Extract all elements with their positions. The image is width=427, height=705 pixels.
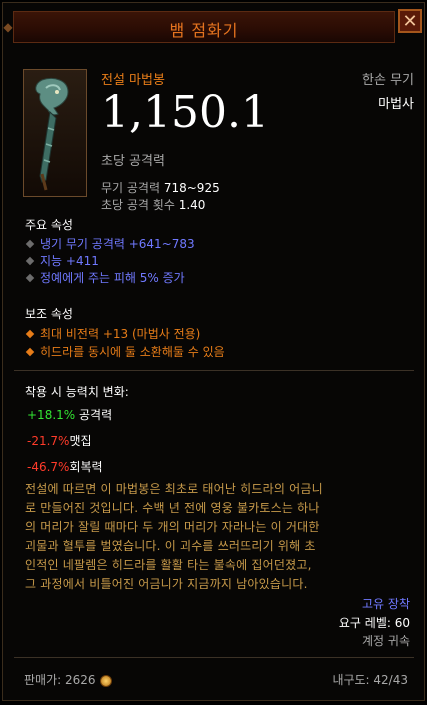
item-type: 전설 마법봉 <box>101 73 165 88</box>
compare-row: -46.7%회복력 <box>27 458 103 475</box>
attack-speed-row: 초당 공격 횟수 1.40 <box>101 196 205 213</box>
item-icon-frame <box>23 69 87 197</box>
bullet-icon <box>25 347 35 356</box>
weapon-damage-label: 무기 공격력 <box>101 181 161 195</box>
attack-speed-value: 1.40 <box>178 198 206 212</box>
secondary-affix: 최대 비전력 +13 (마법사 전용) <box>25 325 200 342</box>
unique-equipped: 고유 장착 <box>362 597 410 611</box>
bullet-icon <box>25 329 35 338</box>
compare-value: -21.7% <box>27 434 70 448</box>
compare-label: 회복력 <box>69 460 103 474</box>
bullet-icon <box>25 256 35 265</box>
item-hand: 한손 무기 <box>362 73 414 88</box>
account-bound: 계정 귀속 <box>362 634 410 648</box>
gold-coin-icon <box>99 674 112 687</box>
compare-value: +18.1% <box>27 408 76 422</box>
wand-item-icon <box>35 78 69 191</box>
required-level: 요구 레벨: 60 <box>338 616 410 630</box>
primary-affix: 냉기 무기 공격력 +641~783 <box>25 235 195 252</box>
bullet-icon <box>25 273 35 282</box>
compare-value: -46.7% <box>27 460 70 474</box>
title-bar: 뱀 점화기 <box>13 11 395 43</box>
close-icon: ✕ <box>402 11 418 32</box>
compare-label: 공격력 <box>79 408 113 422</box>
lore-line: 의 머리가 잘릴 때마다 두 개의 머리가 자라나는 이 거대한 <box>25 520 320 534</box>
compare-row: +18.1% 공격력 <box>27 406 112 423</box>
lore-line: 괴물과 혈투를 벌였습니다. 이 괴수를 쓰러뜨리기 위해 초 <box>25 539 316 553</box>
primary-affix: 정예에게 주는 피해 5% 증가 <box>25 269 185 286</box>
divider <box>14 370 414 371</box>
secondary-header: 보조 속성 <box>25 307 73 321</box>
compare-header: 착용 시 능력치 변화: <box>25 385 129 399</box>
weapon-damage-value: 718~925 <box>163 181 220 195</box>
item-tooltip: ◆ 뱀 점화기 ✕ 전설 마법봉 한손 무기 마법사 1,150.1 초당 공격… <box>2 2 425 701</box>
footer: 판매가: 2626 내구도: 42/43 <box>14 665 414 692</box>
attack-speed-label: 초당 공격 횟수 <box>101 198 175 212</box>
primary-affix: 지능 +411 <box>25 252 99 269</box>
lore-line: 그 과정에서 비틀어진 어금니가 지금까지 남아있습니다. <box>25 577 308 591</box>
bullet-icon <box>25 239 35 248</box>
primary-header: 주요 속성 <box>25 218 73 232</box>
lore-line: 인적인 네팔렘은 히드라를 활활 타는 불속에 집어던졌고, <box>25 558 312 572</box>
item-dps: 1,150.1 <box>101 87 269 138</box>
weapon-damage-row: 무기 공격력 718~925 <box>101 179 220 196</box>
close-button[interactable]: ✕ <box>398 9 422 33</box>
secondary-affix: 히드라를 동시에 둘 소환해둘 수 있음 <box>25 343 225 360</box>
durability: 내구도: 42/43 <box>332 673 408 687</box>
lore-text: 전설에 따르면 이 마법봉은 최초로 태어난 히드라의 어금니 로 만들어진 것… <box>25 480 409 594</box>
dps-label: 초당 공격력 <box>101 154 165 169</box>
item-class: 마법사 <box>378 97 414 112</box>
lore-line: 전설에 따르면 이 마법봉은 최초로 태어난 히드라의 어금니 <box>25 482 323 496</box>
item-name: 뱀 점화기 <box>169 21 239 40</box>
sell-price: 판매가: 2626 <box>24 671 112 688</box>
divider <box>14 657 414 658</box>
compare-row: -21.7%맷집 <box>27 432 92 449</box>
lore-line: 로 만들어진 것입니다. 수백 년 전에 영웅 불카토스는 하나 <box>25 501 320 515</box>
compare-label: 맷집 <box>69 434 92 448</box>
